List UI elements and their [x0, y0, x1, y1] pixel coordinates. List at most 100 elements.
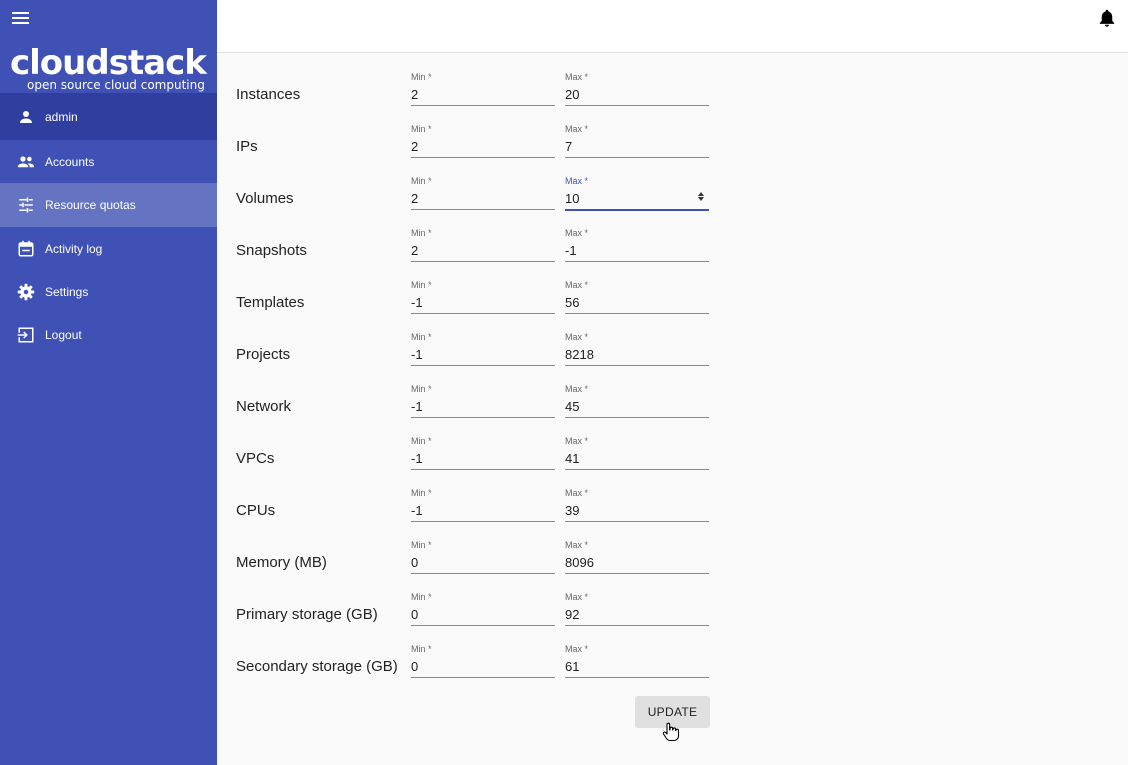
- top-app-bar: [217, 0, 1128, 53]
- sidebar-item-resource-quotas[interactable]: Resource quotas: [0, 183, 217, 227]
- quota-label-cpus: CPUs: [236, 502, 276, 519]
- templates-max-input[interactable]: [565, 292, 709, 314]
- projects-max-field: Max *: [565, 332, 709, 372]
- network-max-field: Max *: [565, 384, 709, 424]
- ips-min-input[interactable]: [411, 136, 555, 158]
- volumes-min-input[interactable]: [411, 188, 555, 210]
- cpus-max-input[interactable]: [565, 500, 709, 522]
- min-label: Min *: [411, 436, 432, 446]
- projects-max-input[interactable]: [565, 344, 709, 366]
- network-min-input[interactable]: [411, 396, 555, 418]
- memory-min-field: Min *: [411, 540, 555, 580]
- logo-text: cloudstack: [10, 43, 207, 83]
- quota-label-projects: Projects: [236, 346, 291, 363]
- vpcs-min-field: Min *: [411, 436, 555, 476]
- min-label: Min *: [411, 384, 432, 394]
- max-label: Max *: [565, 644, 589, 654]
- sidebar-item-label: Logout: [45, 327, 82, 342]
- cpus-min-input[interactable]: [411, 500, 555, 522]
- cpus-max-field: Max *: [565, 488, 709, 528]
- memory-max-field: Max *: [565, 540, 709, 580]
- primary-storage-min-field: Min *: [411, 592, 555, 632]
- max-label: Max *: [565, 332, 589, 342]
- memory-max-input[interactable]: [565, 552, 709, 574]
- person-icon: [16, 107, 36, 127]
- quota-label-secondary-storage: Secondary storage (GB): [236, 658, 398, 675]
- quota-label-network: Network: [236, 398, 292, 415]
- vpcs-min-input[interactable]: [411, 448, 555, 470]
- max-label: Max *: [565, 436, 589, 446]
- volumes-max-field: Max *: [565, 176, 709, 216]
- volumes-min-field: Min *: [411, 176, 555, 216]
- instances-max-input[interactable]: [565, 84, 709, 106]
- secondary-storage-max-field: Max *: [565, 644, 709, 684]
- calendar-icon: [16, 239, 36, 259]
- cpus-min-field: Min *: [411, 488, 555, 528]
- primary-storage-max-field: Max *: [565, 592, 709, 632]
- quota-label-instances: Instances: [236, 86, 301, 103]
- instances-min-input[interactable]: [411, 84, 555, 106]
- templates-max-field: Max *: [565, 280, 709, 320]
- sidebar-item-label: Resource quotas: [45, 198, 136, 212]
- network-min-field: Min *: [411, 384, 555, 424]
- min-label: Min *: [411, 488, 432, 498]
- min-label: Min *: [411, 592, 432, 602]
- min-label: Min *: [411, 228, 432, 238]
- primary-storage-max-input[interactable]: [565, 604, 709, 626]
- quota-label-ips: IPs: [236, 138, 258, 155]
- vpcs-max-input[interactable]: [565, 448, 709, 470]
- min-label: Min *: [411, 540, 432, 550]
- secondary-storage-min-input[interactable]: [411, 656, 555, 678]
- menu-icon[interactable]: [11, 10, 31, 26]
- quota-label-vpcs: VPCs: [236, 450, 275, 467]
- templates-min-input[interactable]: [411, 292, 555, 314]
- user-item[interactable]: admin: [0, 93, 217, 140]
- network-max-input[interactable]: [565, 396, 709, 418]
- logo: cloudstack open source cloud computing: [10, 43, 210, 93]
- snapshots-min-field: Min *: [411, 228, 555, 268]
- sidebar-item-settings[interactable]: Settings: [0, 270, 217, 313]
- max-label: Max *: [565, 124, 589, 134]
- logout-icon: [16, 325, 36, 345]
- min-label: Min *: [411, 280, 432, 290]
- vpcs-max-field: Max *: [565, 436, 709, 476]
- quota-label-volumes: Volumes: [236, 190, 294, 207]
- max-label: Max *: [565, 592, 589, 602]
- ips-max-field: Max *: [565, 124, 709, 164]
- hand-cursor-icon: [662, 722, 680, 742]
- max-label: Max *: [565, 488, 589, 498]
- bell-icon[interactable]: [1098, 8, 1116, 28]
- quota-label-templates: Templates: [236, 294, 305, 311]
- secondary-storage-min-field: Min *: [411, 644, 555, 684]
- max-label: Max *: [565, 72, 589, 82]
- sidebar: cloudstack open source cloud computing a…: [0, 0, 217, 765]
- memory-min-input[interactable]: [411, 552, 555, 574]
- max-label: Max *: [565, 228, 589, 238]
- gear-icon: [16, 282, 36, 302]
- volumes-max-input[interactable]: [565, 188, 709, 211]
- templates-min-field: Min *: [411, 280, 555, 320]
- projects-min-input[interactable]: [411, 344, 555, 366]
- max-label: Max *: [565, 280, 589, 290]
- snapshots-min-input[interactable]: [411, 240, 555, 262]
- min-label: Min *: [411, 72, 432, 82]
- sidebar-item-activity-log[interactable]: Activity log: [0, 227, 217, 270]
- sidebar-item-label: Accounts: [45, 154, 95, 169]
- instances-max-field: Max *: [565, 72, 709, 112]
- primary-storage-min-input[interactable]: [411, 604, 555, 626]
- ips-min-field: Min *: [411, 124, 555, 164]
- sidebar-item-label: Settings: [45, 284, 89, 299]
- sidebar-item-accounts[interactable]: Accounts: [0, 140, 217, 183]
- accounts-icon: [16, 152, 36, 172]
- min-label: Min *: [411, 332, 432, 342]
- ips-max-input[interactable]: [565, 136, 709, 158]
- sidebar-item-label: Activity log: [45, 241, 103, 256]
- max-label: Max *: [565, 540, 589, 550]
- snapshots-max-input[interactable]: [565, 240, 709, 262]
- number-spinner-icon[interactable]: [698, 191, 706, 203]
- min-label: Min *: [411, 644, 432, 654]
- user-name: admin: [45, 109, 78, 124]
- secondary-storage-max-input[interactable]: [565, 656, 709, 678]
- sidebar-item-logout[interactable]: Logout: [0, 313, 217, 356]
- projects-min-field: Min *: [411, 332, 555, 372]
